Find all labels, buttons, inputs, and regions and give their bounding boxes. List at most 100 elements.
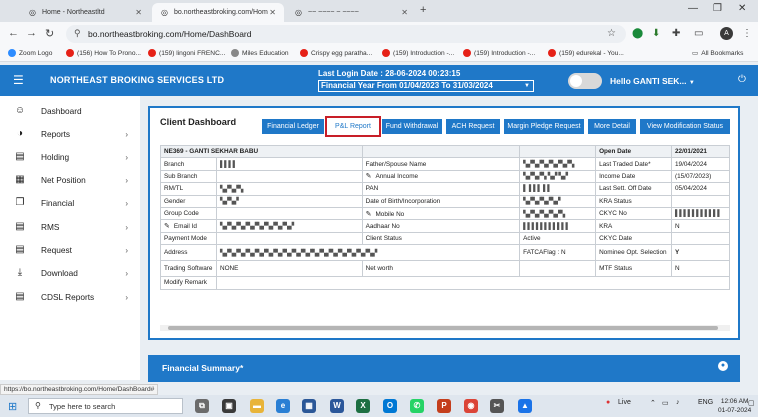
table-cell <box>519 144 597 159</box>
bookmark-item[interactable]: (159) lingoni FRENC... <box>148 49 225 57</box>
power-icon[interactable]: ⏻ <box>738 74 746 85</box>
table-row: Gender ▚▞▚▞ Date of Birth/Incorporation … <box>160 194 731 208</box>
globe-icon: ◎ <box>29 8 36 17</box>
site-info-icon[interactable]: ⚲ <box>74 28 81 39</box>
weather-text[interactable]: Live <box>618 399 631 406</box>
bookmark-item[interactable]: (159) edurekal - You... <box>548 49 624 57</box>
table-cell <box>215 206 363 221</box>
widget-icon[interactable]: ▣ <box>222 399 236 413</box>
scrollbar-thumb[interactable] <box>168 326 718 330</box>
snipping-tool-icon[interactable]: ✂ <box>490 399 504 413</box>
youtube-icon <box>300 49 308 57</box>
notification-icon[interactable]: ▢ <box>748 399 755 407</box>
bookmark-label: (159) lingoni FRENC... <box>159 49 226 57</box>
table-cell: Income Date <box>595 169 672 184</box>
tray-chevron-up-icon[interactable]: ⌃ <box>650 399 656 407</box>
whatsapp-icon[interactable]: ✆ <box>410 399 424 413</box>
powerpoint-icon[interactable]: P <box>437 399 451 413</box>
theme-toggle[interactable] <box>568 73 602 89</box>
client-info-table: NE369 - GANTI SEKHAR BABU Open Date 22/0… <box>160 144 731 290</box>
language-indicator[interactable]: ENG <box>698 399 713 406</box>
taskbar-clock[interactable]: 12:06 AM 01-07-2024 <box>718 397 751 415</box>
back-icon[interactable]: ← <box>8 27 19 39</box>
tab-third[interactable]: ◎ ~~ ~~~~ ~ ~~~~ ✕ <box>286 3 416 22</box>
word-icon[interactable]: W <box>330 399 344 413</box>
hamburger-menu-icon[interactable]: ☰ <box>13 73 24 87</box>
forward-icon[interactable]: → <box>26 27 37 39</box>
bookmark-item[interactable]: (156) How To Prono... <box>66 49 141 57</box>
sidebar-item-cdsl-reports[interactable]: ▤ CDSL Reports › <box>14 290 132 304</box>
download-icon[interactable]: ⬇ <box>652 28 660 39</box>
sidebar-item-holding[interactable]: ▤ Holding › <box>14 150 132 164</box>
table-cell <box>215 276 731 290</box>
bookmark-star-icon[interactable]: ☆ <box>607 28 616 39</box>
reload-icon[interactable]: ↻ <box>45 27 54 40</box>
bookmark-item[interactable]: Zoom Logo <box>8 49 52 57</box>
financial-ledger-button[interactable]: Financial Ledger <box>262 119 324 134</box>
more-detail-button[interactable]: More Detail <box>588 119 636 134</box>
status-url: https://bo.northeastbroking.com/Home/Das… <box>0 384 159 395</box>
excel-icon[interactable]: X <box>356 399 370 413</box>
windows-start-icon[interactable]: ⊞ <box>8 400 17 413</box>
weather-icon[interactable]: ● <box>606 399 610 406</box>
pencil-icon[interactable]: ✎ <box>164 223 170 230</box>
close-icon[interactable]: ✕ <box>269 8 276 17</box>
close-icon[interactable]: ✕ <box>401 8 408 17</box>
financial-year-select[interactable]: Financial Year From 01/04/2023 To 31/03/… <box>318 80 534 92</box>
table-cell: ▚▞▚▞▚▞▚▞▚ <box>519 206 597 221</box>
sidebar-item-net-position[interactable]: ▦ Net Position › <box>14 173 132 187</box>
bookmark-item[interactable]: (159) Introduction -... <box>382 49 454 57</box>
profile-avatar[interactable]: A <box>720 27 733 40</box>
network-icon[interactable]: ▭ <box>662 399 669 407</box>
file-explorer-icon[interactable]: ▬ <box>250 399 264 413</box>
all-bookmarks-button[interactable]: ▭ All Bookmarks <box>692 49 744 58</box>
pencil-icon[interactable]: ✎ <box>366 173 372 180</box>
table-cell: ✎ Annual Income <box>361 169 521 184</box>
collapse-icon[interactable]: ● <box>718 361 728 371</box>
fund-withdrawal-button[interactable]: Fund Withdrawal <box>382 119 442 134</box>
pencil-icon[interactable]: ✎ <box>366 211 372 218</box>
financial-summary-header[interactable]: Financial Summary* ● <box>148 355 740 382</box>
user-greeting[interactable]: Hello GANTI SEK... ▼ <box>610 76 695 86</box>
taskbar-search-input[interactable]: ⚲ Type here to search <box>28 398 183 414</box>
sidebar-item-dashboard[interactable]: ☺ Dashboard <box>14 104 132 118</box>
view-modification-status-button[interactable]: View Modification Status <box>640 119 730 134</box>
bookmark-item[interactable]: (159) Introduction -... <box>463 49 535 57</box>
sidebar-item-request[interactable]: ▤ Request › <box>14 243 132 257</box>
tab-home[interactable]: ◎ Home - Northeastltd ✕ <box>20 3 150 22</box>
minimize-icon[interactable]: — <box>688 3 698 14</box>
new-tab-icon[interactable]: + <box>420 4 426 16</box>
list-icon: ▤ <box>15 291 25 302</box>
edge-icon[interactable]: e <box>276 399 290 413</box>
extension-icon[interactable]: ⬤ <box>632 28 643 39</box>
sidebar-panel-icon[interactable]: ▭ <box>694 28 703 39</box>
photos-icon[interactable]: ▲ <box>518 399 532 413</box>
tab-dashboard[interactable]: ◎ bo.northeastbroking.com/Hom ✕ <box>152 3 284 22</box>
close-icon[interactable]: ✕ <box>135 8 142 17</box>
sidebar-item-rms[interactable]: ▤ RMS › <box>14 220 132 234</box>
url-input[interactable]: ⚲ bo.northeastbroking.com/Home/DashBoard… <box>66 25 626 43</box>
sidebar-item-label: Dashboard <box>41 106 82 116</box>
volume-icon[interactable]: ♪ <box>676 399 680 406</box>
outlook-icon[interactable]: O <box>383 399 397 413</box>
puzzle-icon[interactable]: ✚ <box>672 28 680 39</box>
sidebar-item-reports[interactable]: ◑ Reports › <box>14 127 132 141</box>
task-view-icon[interactable]: ⧉ <box>195 399 209 413</box>
sidebar-item-download[interactable]: ⤓ Download › <box>14 266 132 280</box>
bookmark-item[interactable]: Crispy egg paratha... <box>300 49 372 57</box>
window-close-icon[interactable]: ✕ <box>738 3 746 14</box>
pl-report-button[interactable]: P&L Report <box>325 116 381 137</box>
horizontal-scrollbar[interactable] <box>160 325 730 331</box>
all-bookmarks-label: All Bookmarks <box>701 49 744 57</box>
table-cell: ▌ ▌▌▌ ▌▌ <box>519 182 597 196</box>
ach-request-button[interactable]: ACH Request <box>446 119 500 134</box>
table-cell: Branch <box>160 157 217 171</box>
table-cell: Sub Branch <box>160 169 217 184</box>
margin-pledge-request-button[interactable]: Margin Pledge Request <box>504 119 584 134</box>
sidebar-item-financial[interactable]: ❐ Financial › <box>14 196 132 210</box>
calendar-icon[interactable]: ▦ <box>302 399 316 413</box>
more-menu-icon[interactable]: ⋮ <box>742 28 752 39</box>
maximize-icon[interactable]: ❐ <box>713 3 722 14</box>
chrome-icon[interactable]: ◉ <box>464 399 478 413</box>
bookmark-item[interactable]: Miles Education <box>231 49 289 57</box>
